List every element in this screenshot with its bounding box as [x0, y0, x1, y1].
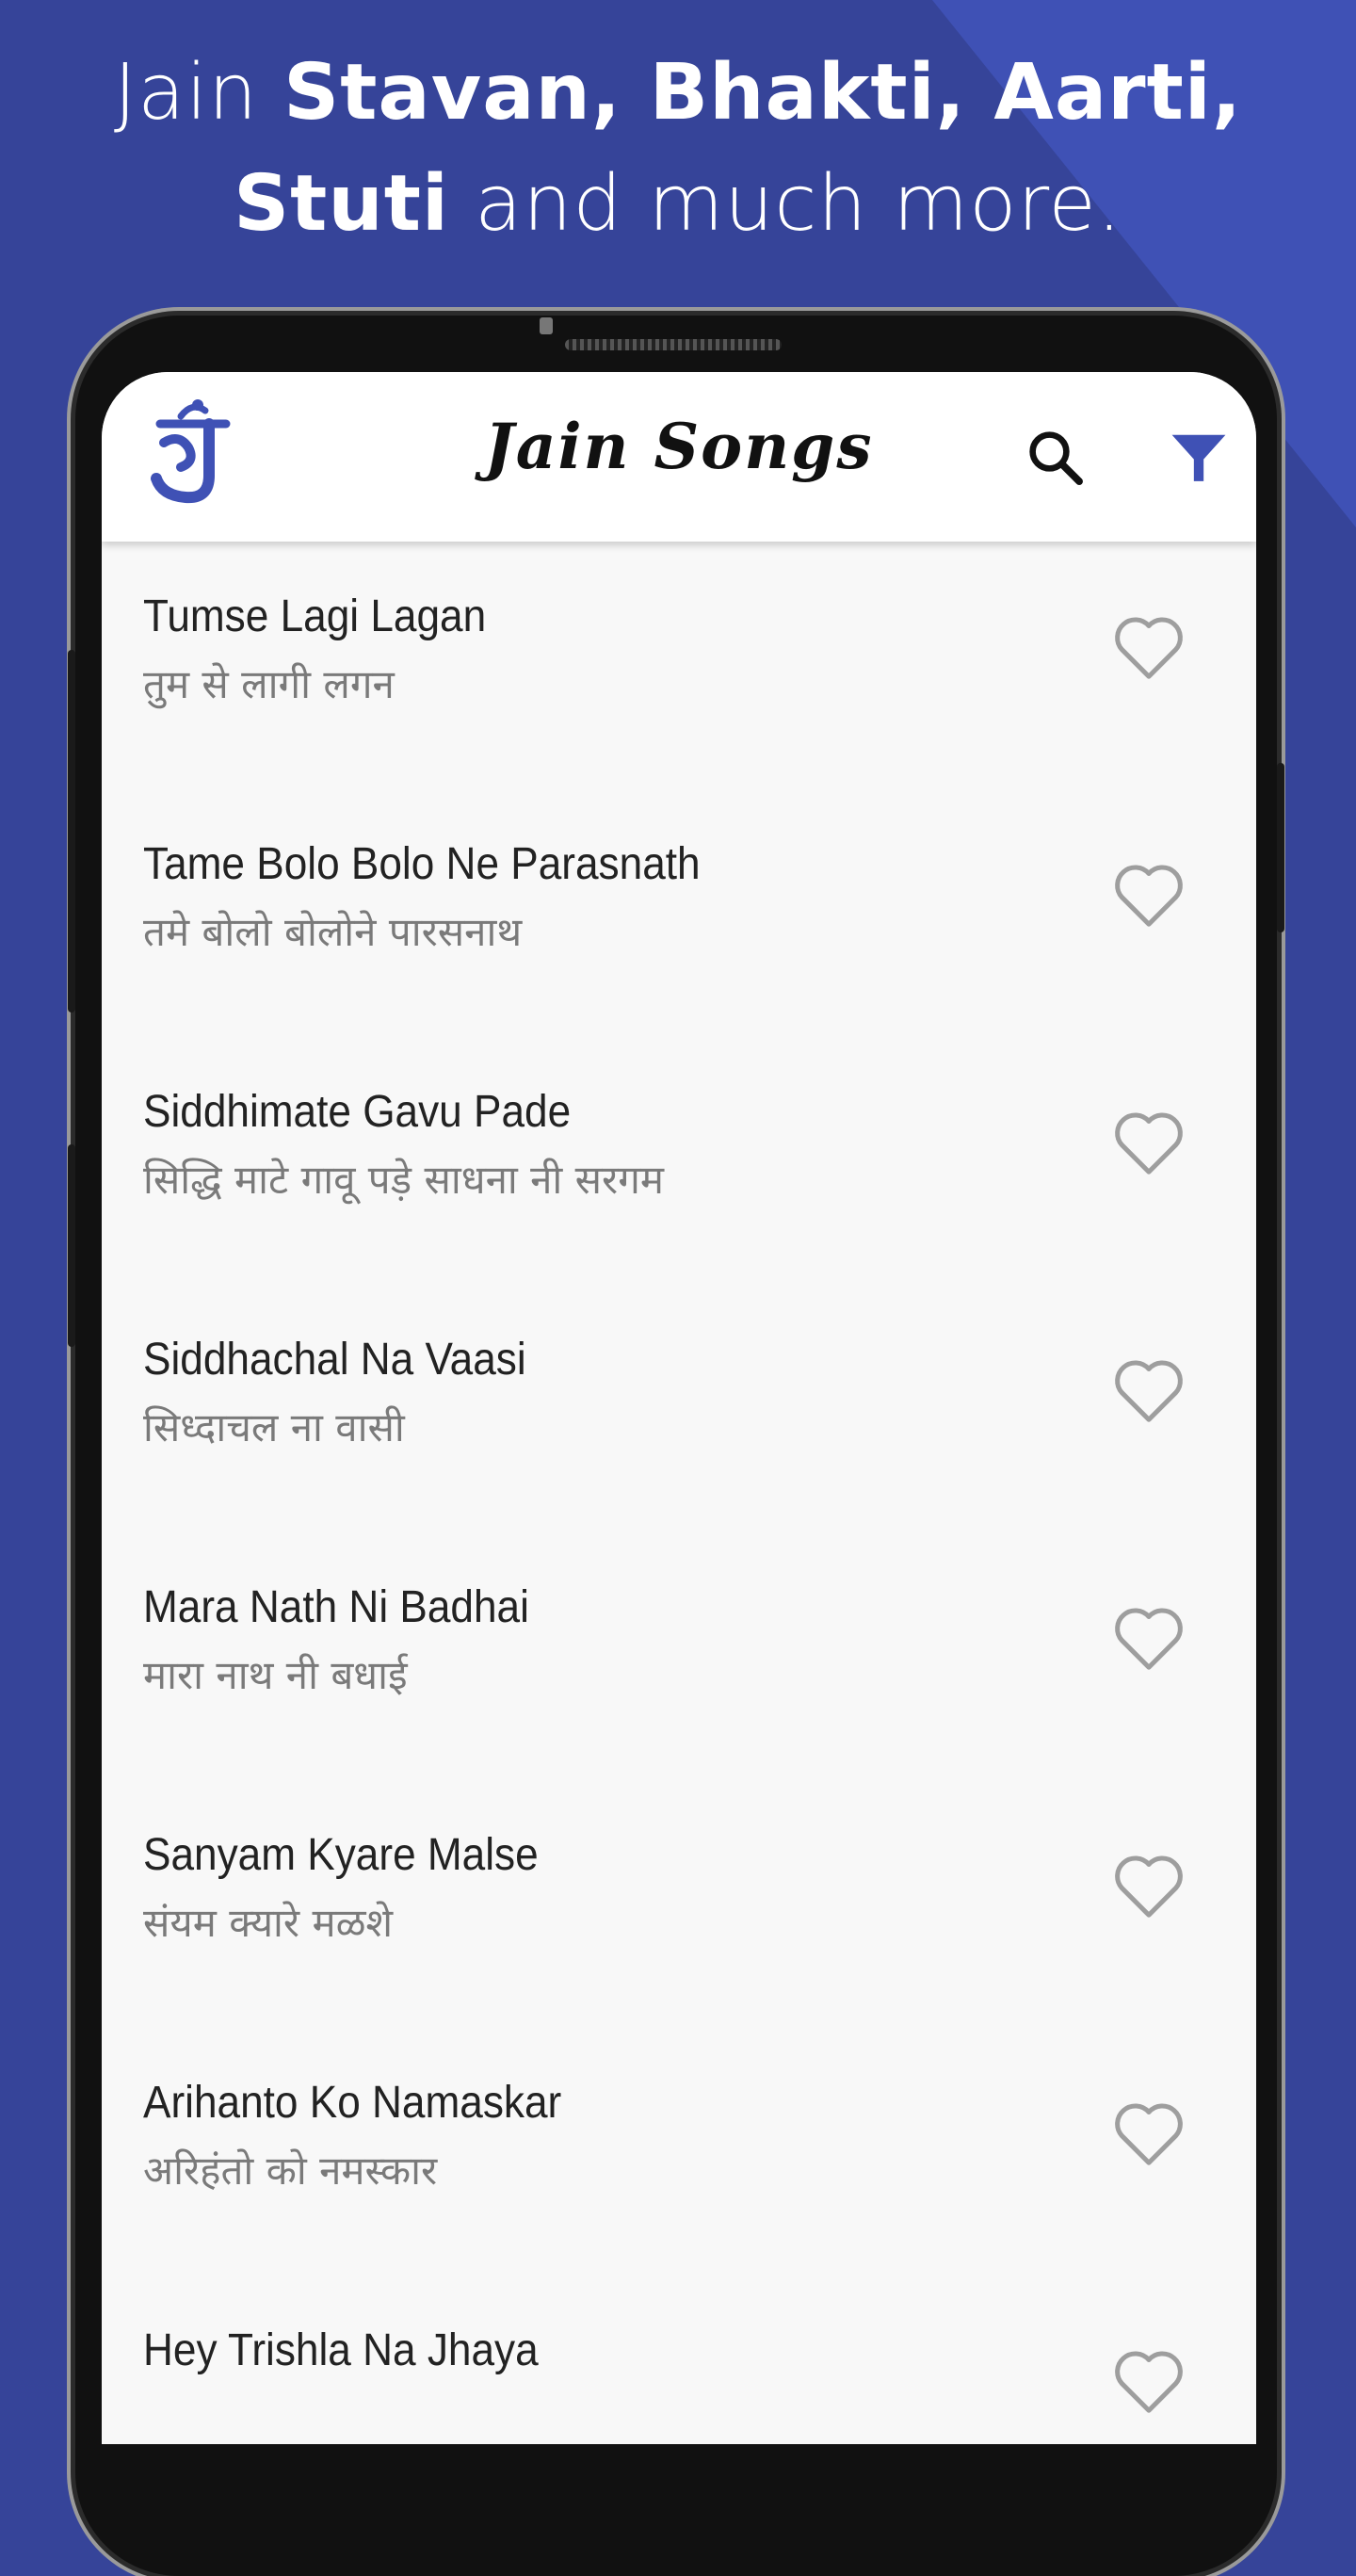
- song-list-item[interactable]: Tame Bolo Bolo Ne Parasnath तमे बोलो बोल…: [102, 789, 1256, 1037]
- song-subtitle: तमे बोलो बोलोने पारसनाथ: [143, 909, 523, 955]
- heart-icon[interactable]: [1108, 853, 1189, 934]
- song-subtitle: संयम क्यारे मळशे: [143, 1900, 394, 1946]
- song-title: Mara Nath Ni Badhai: [143, 1582, 529, 1632]
- song-list-item[interactable]: Hey Trishla Na Jhaya: [102, 2276, 1256, 2444]
- promo-line1-bold: Stavan, Bhakti, Aarti,: [283, 48, 1243, 138]
- song-title: Hey Trishla Na Jhaya: [143, 2325, 539, 2375]
- heart-icon[interactable]: [1108, 2092, 1189, 2173]
- heart-icon[interactable]: [1108, 1101, 1189, 1182]
- song-list-item[interactable]: Sanyam Kyare Malse संयम क्यारे मळशे: [102, 1780, 1256, 2028]
- promo-line2-suffix: and much more.: [449, 159, 1122, 249]
- song-list-item[interactable]: Tumse Lagi Lagan तुम से लागी लगन: [102, 542, 1256, 789]
- song-list-item[interactable]: Siddhachal Na Vaasi सिध्दाचल ना वासी: [102, 1285, 1256, 1532]
- phone-camera: [540, 317, 553, 334]
- song-subtitle: सिध्दाचल ना वासी: [143, 1404, 405, 1450]
- phone-side-button: [68, 650, 75, 1013]
- song-list-item[interactable]: Mara Nath Ni Badhai मारा नाथ नी बधाई: [102, 1532, 1256, 1780]
- song-list: Tumse Lagi Lagan तुम से लागी लगन Tame Bo…: [102, 542, 1256, 2444]
- song-list-item[interactable]: Arihanto Ko Namaskar अरिहंतो को नमस्कार: [102, 2028, 1256, 2276]
- phone-side-button: [1277, 763, 1284, 932]
- app-screen: Jain Songs Tumse Lagi Lagan तुम से लागी …: [102, 372, 1256, 2444]
- song-subtitle: सिद्धि माटे गावू पड़े साधना नी सरगम: [143, 1157, 664, 1203]
- song-title: Siddhimate Gavu Pade: [143, 1087, 572, 1137]
- search-icon: [1029, 431, 1083, 485]
- phone-side-button: [68, 1144, 75, 1347]
- heart-icon[interactable]: [1108, 1349, 1189, 1430]
- promo-headline: Jain Stavan, Bhakti, Aarti, Stuti and mu…: [0, 38, 1356, 260]
- search-button[interactable]: [1008, 410, 1102, 504]
- song-title: Tumse Lagi Lagan: [143, 591, 487, 641]
- song-title: Sanyam Kyare Malse: [143, 1830, 539, 1880]
- app-bar: Jain Songs: [102, 372, 1256, 542]
- song-subtitle: अरिहंतो को नमस्कार: [143, 2147, 438, 2194]
- song-title: Arihanto Ko Namaskar: [143, 2078, 562, 2128]
- heart-icon[interactable]: [1108, 1844, 1189, 1925]
- heart-icon[interactable]: [1108, 2340, 1189, 2421]
- filter-icon: [1171, 434, 1226, 481]
- promo-line2-bold: Stuti: [234, 159, 450, 249]
- filter-button[interactable]: [1152, 410, 1246, 504]
- heart-icon[interactable]: [1108, 606, 1189, 687]
- song-list-item[interactable]: Siddhimate Gavu Pade सिद्धि माटे गावू पड…: [102, 1037, 1256, 1285]
- phone-speaker: [565, 339, 782, 350]
- song-title: Siddhachal Na Vaasi: [143, 1335, 526, 1385]
- promo-line1-prefix: Jain: [113, 48, 284, 138]
- song-subtitle: तुम से लागी लगन: [143, 661, 395, 707]
- song-title: Tame Bolo Bolo Ne Parasnath: [143, 839, 701, 889]
- song-subtitle: मारा नाथ नी बधाई: [143, 1652, 408, 1698]
- heart-icon[interactable]: [1108, 1596, 1189, 1677]
